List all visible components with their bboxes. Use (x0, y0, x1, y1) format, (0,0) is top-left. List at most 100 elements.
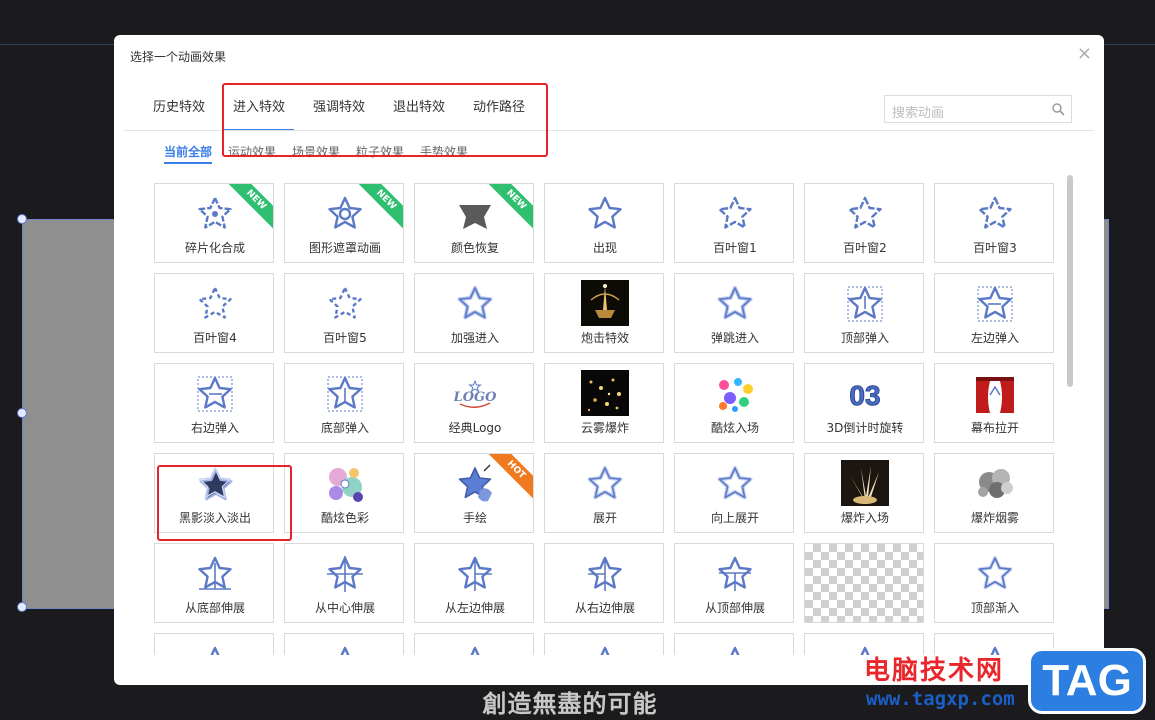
tab-history[interactable]: 历史特效 (144, 93, 214, 131)
effect-card-label: 图形遮罩动画 (308, 241, 381, 255)
effect-card-label: 酷炫入场 (710, 421, 759, 435)
effect-card[interactable] (414, 633, 534, 655)
highlight-box-tabs (222, 83, 548, 157)
effect-card[interactable]: 碎片化合成 NEW (154, 183, 274, 263)
watermark-url: www.tagxp.com (866, 688, 1015, 710)
star-stretch-up-icon (194, 553, 236, 595)
effect-card[interactable] (544, 633, 664, 655)
effect-card[interactable]: 颜色恢复 NEW (414, 183, 534, 263)
resize-handle-top-left[interactable] (17, 214, 27, 224)
star-dashed-icon (194, 283, 236, 325)
effect-card-label: 幕布拉开 (970, 421, 1019, 435)
effect-card[interactable]: 百叶窗5 (284, 273, 404, 353)
effect-card-label: 右边弹入 (190, 421, 239, 435)
smoke-thumb-icon (971, 460, 1019, 506)
3d-number-icon: 03 (844, 373, 886, 415)
effect-card-label: 碎片化合成 (184, 241, 245, 255)
effect-card[interactable]: 爆炸入场 (804, 453, 924, 533)
star-mask-icon (324, 193, 366, 235)
search-input[interactable]: 搜索动画 (884, 95, 1072, 123)
effect-card[interactable]: 从左边伸展 (414, 543, 534, 623)
effect-card[interactable] (284, 633, 404, 655)
effect-card-label: 从中心伸展 (314, 601, 375, 615)
star-icon (324, 643, 366, 655)
effect-card-label: 颜色恢复 (450, 241, 499, 255)
effect-card[interactable]: 百叶窗2 (804, 183, 924, 263)
effect-card[interactable]: 百叶窗4 (154, 273, 274, 353)
star-fade-icon (974, 553, 1016, 595)
resize-handle-middle-left[interactable] (17, 408, 27, 418)
effect-card-label: 百叶窗5 (323, 331, 367, 345)
effect-card[interactable]: 展开 (544, 453, 664, 533)
effect-card[interactable]: 03 3D倒计时旋转 (804, 363, 924, 443)
effect-card[interactable]: 从底部伸展 (154, 543, 274, 623)
effect-grid: 碎片化合成 NEW 图形遮罩动画 NEW 颜色恢复 NEW 出现 百叶窗1 百叶窗2 百叶窗3 百叶… (154, 183, 1064, 655)
effect-card[interactable]: 爆炸烟雾 (934, 453, 1054, 533)
watermark-site-name: 电脑技术网 (864, 656, 1005, 686)
star-double-icon (454, 283, 496, 325)
effect-card[interactable]: 炮击特效 (544, 273, 664, 353)
effect-card[interactable] (154, 633, 274, 655)
effect-card[interactable]: 从顶部伸展 (674, 543, 794, 623)
effect-card[interactable]: 向上展开 (674, 453, 794, 533)
star-arrow-down-icon (844, 283, 886, 325)
star-icon (714, 643, 756, 655)
color-blobs-icon (324, 463, 366, 505)
star-icon (584, 193, 626, 235)
effect-card-label: 从右边伸展 (574, 601, 635, 615)
effect-card[interactable] (804, 543, 924, 623)
star-color-icon (454, 193, 496, 235)
effect-card[interactable]: 幕布拉开 (934, 363, 1054, 443)
effect-card[interactable]: 右边弹入 (154, 363, 274, 443)
effect-card[interactable]: LOGO 经典Logo (414, 363, 534, 443)
close-icon[interactable]: × (1077, 43, 1092, 64)
effect-card[interactable]: 顶部渐入 (934, 543, 1054, 623)
curtain-icon (974, 373, 1016, 415)
star-expand-icon (584, 463, 626, 505)
colorful-balls-icon (714, 373, 756, 415)
effect-card[interactable]: 底部弹入 (284, 363, 404, 443)
subtab-all[interactable]: 当前全部 (164, 143, 213, 164)
effect-card[interactable] (674, 633, 794, 655)
star-blinds-icon (714, 193, 756, 235)
effect-card-label: 弹跳进入 (710, 331, 759, 345)
star-expand-icon (714, 463, 756, 505)
effect-card[interactable]: 加强进入 (414, 273, 534, 353)
star-blinds-icon (844, 193, 886, 235)
star-stretch-left-icon (584, 553, 626, 595)
effect-card-label: 百叶窗3 (973, 241, 1017, 255)
effect-card-label: 3D倒计时旋转 (826, 421, 904, 435)
fountain-thumb-icon (581, 280, 629, 326)
explosion-thumb-icon (841, 460, 889, 506)
effect-card[interactable]: 百叶窗3 (934, 183, 1054, 263)
search-icon[interactable] (1051, 102, 1065, 116)
effect-card[interactable]: 图形遮罩动画 NEW (284, 183, 404, 263)
effect-card[interactable]: 从中心伸展 (284, 543, 404, 623)
effect-card[interactable]: 左边弹入 (934, 273, 1054, 353)
effect-card[interactable]: 弹跳进入 (674, 273, 794, 353)
effect-card[interactable]: 酷炫入场 (674, 363, 794, 443)
effect-card[interactable]: 云雾爆炸 (544, 363, 664, 443)
resize-handle-bottom-left[interactable] (17, 602, 27, 612)
effect-card-label: 左边弹入 (970, 331, 1019, 345)
star-icon (584, 643, 626, 655)
effect-card[interactable]: 从右边伸展 (544, 543, 664, 623)
effect-card-label: 百叶窗4 (193, 331, 237, 345)
effect-card-label: 从顶部伸展 (704, 601, 765, 615)
effect-card[interactable]: 顶部弹入 (804, 273, 924, 353)
sparkle-thumb-icon (581, 370, 629, 416)
animation-effect-dialog: 选择一个动画效果 × 历史特效 进入特效 强调特效 退出特效 动作路径 搜索动画… (114, 35, 1104, 685)
logo-text-icon: LOGO (454, 373, 496, 415)
effect-card-label: 爆炸烟雾 (970, 511, 1019, 525)
effect-card[interactable]: 手绘 HOT (414, 453, 534, 533)
effect-card[interactable]: 酷炫色彩 (284, 453, 404, 533)
dialog-title: 选择一个动画效果 (130, 50, 227, 64)
star-icon (454, 643, 496, 655)
effect-card-label: 底部弹入 (320, 421, 369, 435)
star-blinds-icon (974, 193, 1016, 235)
effect-card[interactable]: 百叶窗1 (674, 183, 794, 263)
star-double-icon (714, 283, 756, 325)
effect-card-label: 顶部渐入 (970, 601, 1019, 615)
effect-card[interactable]: 出现 (544, 183, 664, 263)
grid-scrollbar[interactable] (1067, 175, 1073, 387)
